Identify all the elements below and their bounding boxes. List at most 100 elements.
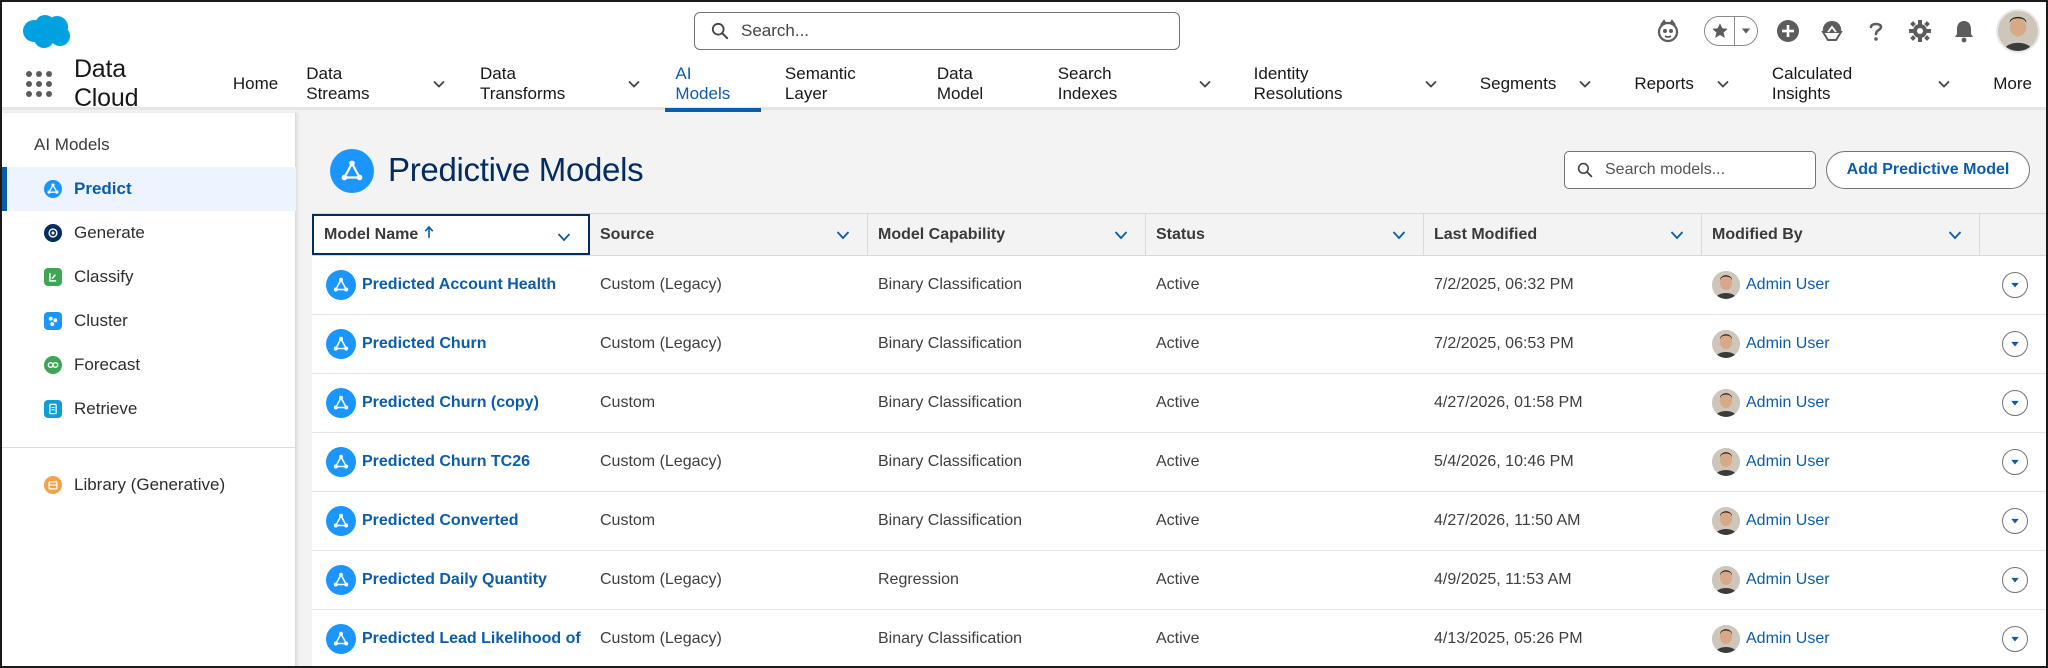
salesforce-logo[interactable]	[20, 14, 72, 48]
modified-by-user-link[interactable]: Admin User	[1746, 630, 1830, 648]
avatar	[1712, 448, 1740, 476]
nav-item-semantic-layer[interactable]: Semantic Layer	[765, 59, 917, 109]
capability-text: Binary Classification	[878, 335, 1023, 352]
chevron-down-icon[interactable]	[627, 77, 641, 91]
sidebar-item-library-generative[interactable]: Library (Generative)	[2, 463, 296, 507]
modified-by-user-link[interactable]: Admin User	[1746, 394, 1830, 412]
model-name-cell: Predicted Churn	[312, 315, 590, 373]
row-actions-dropdown-icon[interactable]	[2002, 331, 2028, 357]
global-search-input[interactable]: Search...	[694, 12, 1180, 50]
column-header-model-capability[interactable]: Model Capability	[868, 214, 1146, 255]
column-header-source[interactable]: Source	[590, 214, 868, 255]
chevron-down-icon[interactable]	[1578, 77, 1592, 91]
nav-item-identity-resolutions[interactable]: Identity Resolutions	[1226, 59, 1452, 109]
search-models-input[interactable]: Search models...	[1564, 151, 1816, 189]
modified-by-user-link[interactable]: Admin User	[1746, 571, 1830, 589]
user-avatar[interactable]	[1996, 9, 2040, 53]
nav-item-more[interactable]: More	[1965, 59, 2046, 109]
modified-by-user-link[interactable]: Admin User	[1746, 335, 1830, 353]
nav-item-ai-models[interactable]: AI Models	[661, 59, 765, 112]
column-header-last-modified[interactable]: Last Modified	[1424, 214, 1702, 255]
modified-by-user-link[interactable]: Admin User	[1746, 276, 1830, 294]
einstein-icon[interactable]	[1654, 17, 1682, 45]
row-actions-dropdown-icon[interactable]	[2002, 272, 2028, 298]
favorites-star-icon[interactable]	[1705, 17, 1735, 45]
sidebar-item-generate[interactable]: Generate	[2, 211, 296, 255]
nav-item-label: Identity Resolutions	[1253, 63, 1343, 103]
trailhead-icon[interactable]	[1818, 17, 1846, 45]
row-actions-dropdown-icon[interactable]	[2002, 567, 2028, 593]
nav-item-data-transforms[interactable]: Data Transforms	[460, 59, 655, 109]
forecast-icon	[44, 356, 62, 374]
chevron-down-icon[interactable]	[1716, 77, 1730, 91]
chevron-down-icon[interactable]	[432, 77, 446, 91]
row-actions-dropdown-icon[interactable]	[2002, 390, 2028, 416]
chevron-down-icon[interactable]	[1947, 227, 1963, 243]
column-header-modified-by[interactable]: Modified By	[1702, 214, 1980, 255]
model-capability-cell: Binary Classification	[868, 433, 1146, 491]
add-predictive-model-button[interactable]: Add Predictive Model	[1826, 151, 2030, 189]
column-header-status[interactable]: Status	[1146, 214, 1424, 255]
predict-page-icon	[330, 149, 374, 193]
model-name-link[interactable]: Predicted Converted	[362, 512, 518, 530]
chevron-down-icon[interactable]	[1669, 227, 1685, 243]
chevron-down-icon[interactable]	[1198, 77, 1212, 91]
table-row: Predicted Churn (copy) Custom Binary Cla…	[312, 374, 2046, 433]
model-name-link[interactable]: Predicted Churn	[362, 335, 486, 353]
help-icon[interactable]	[1862, 17, 1890, 45]
sidebar-item-retrieve[interactable]: Retrieve	[2, 387, 296, 431]
sidebar-item-label: Generate	[74, 223, 145, 242]
chevron-down-icon[interactable]	[1937, 77, 1951, 91]
model-capability-cell: Binary Classification	[868, 256, 1146, 314]
model-name-link[interactable]: Predicted Churn TC26	[362, 453, 530, 471]
row-actions-dropdown-icon[interactable]	[2002, 626, 2028, 652]
nav-item-data-model[interactable]: Data Model	[917, 59, 1038, 109]
modified-by-user-link[interactable]: Admin User	[1746, 453, 1830, 471]
global-add-icon[interactable]	[1774, 17, 1802, 45]
model-name-link[interactable]: Predicted Account Health	[362, 276, 556, 294]
model-name-link[interactable]: Predicted Churn (copy)	[362, 394, 539, 412]
notifications-bell-icon[interactable]	[1950, 17, 1978, 45]
chevron-down-icon[interactable]	[1391, 227, 1407, 243]
modified-text: 7/2/2025, 06:32 PM	[1434, 276, 1574, 293]
sidebar-item-predict[interactable]: Predict	[2, 167, 296, 211]
sidebar-item-forecast[interactable]: Forecast	[2, 343, 296, 387]
retrieve-icon	[44, 400, 62, 418]
model-name-link[interactable]: Predicted Daily Quantity	[362, 571, 547, 589]
model-name-link[interactable]: Predicted Lead Likelihood of	[362, 630, 581, 648]
avatar	[1712, 625, 1740, 653]
nav-item-calculated-insights[interactable]: Calculated Insights	[1744, 59, 1965, 109]
chevron-down-icon[interactable]	[1113, 227, 1129, 243]
page-title: Predictive Models	[388, 151, 644, 188]
last-modified-cell: 5/4/2026, 10:46 PM	[1424, 433, 1702, 491]
chevron-down-icon[interactable]	[1424, 77, 1438, 91]
nav-item-data-streams[interactable]: Data Streams	[292, 59, 460, 109]
row-actions-dropdown-icon[interactable]	[2002, 449, 2028, 475]
app-launcher-icon[interactable]	[24, 69, 54, 99]
modified-text: 4/13/2025, 05:26 PM	[1434, 630, 1583, 647]
nav-item-segments[interactable]: Segments	[1452, 59, 1607, 109]
app-window: Search... Data Cloud Home Data Streams D…	[0, 0, 2048, 668]
favorites-dropdown-icon[interactable]	[1735, 17, 1757, 45]
nav-item-search-indexes[interactable]: Search Indexes	[1038, 59, 1226, 109]
sidebar-item-cluster[interactable]: Cluster	[2, 299, 296, 343]
sidebar-item-classify[interactable]: Classify	[2, 255, 296, 299]
app-name: Data Cloud	[73, 54, 139, 112]
last-modified-cell: 4/27/2026, 11:50 AM	[1424, 492, 1702, 550]
predict-model-icon	[326, 270, 356, 300]
source-text: Custom (Legacy)	[600, 630, 722, 647]
table-row: Predicted Churn Custom (Legacy) Binary C…	[312, 315, 2046, 374]
column-header-label: Model Capability	[878, 225, 1006, 243]
row-actions-dropdown-icon[interactable]	[2002, 508, 2028, 534]
chevron-down-icon[interactable]	[556, 229, 572, 245]
capability-text: Binary Classification	[878, 630, 1023, 647]
nav-item-label: Segments	[1479, 73, 1557, 93]
last-modified-cell: 4/27/2026, 01:58 PM	[1424, 374, 1702, 432]
modified-by-user-link[interactable]: Admin User	[1746, 512, 1830, 530]
setup-gear-icon[interactable]	[1906, 17, 1934, 45]
nav-item-home[interactable]: Home	[217, 59, 292, 109]
column-header-model-name[interactable]: Model Name	[312, 214, 590, 255]
chevron-down-icon[interactable]	[835, 227, 851, 243]
predict-icon	[44, 180, 62, 198]
nav-item-reports[interactable]: Reports	[1606, 59, 1744, 109]
